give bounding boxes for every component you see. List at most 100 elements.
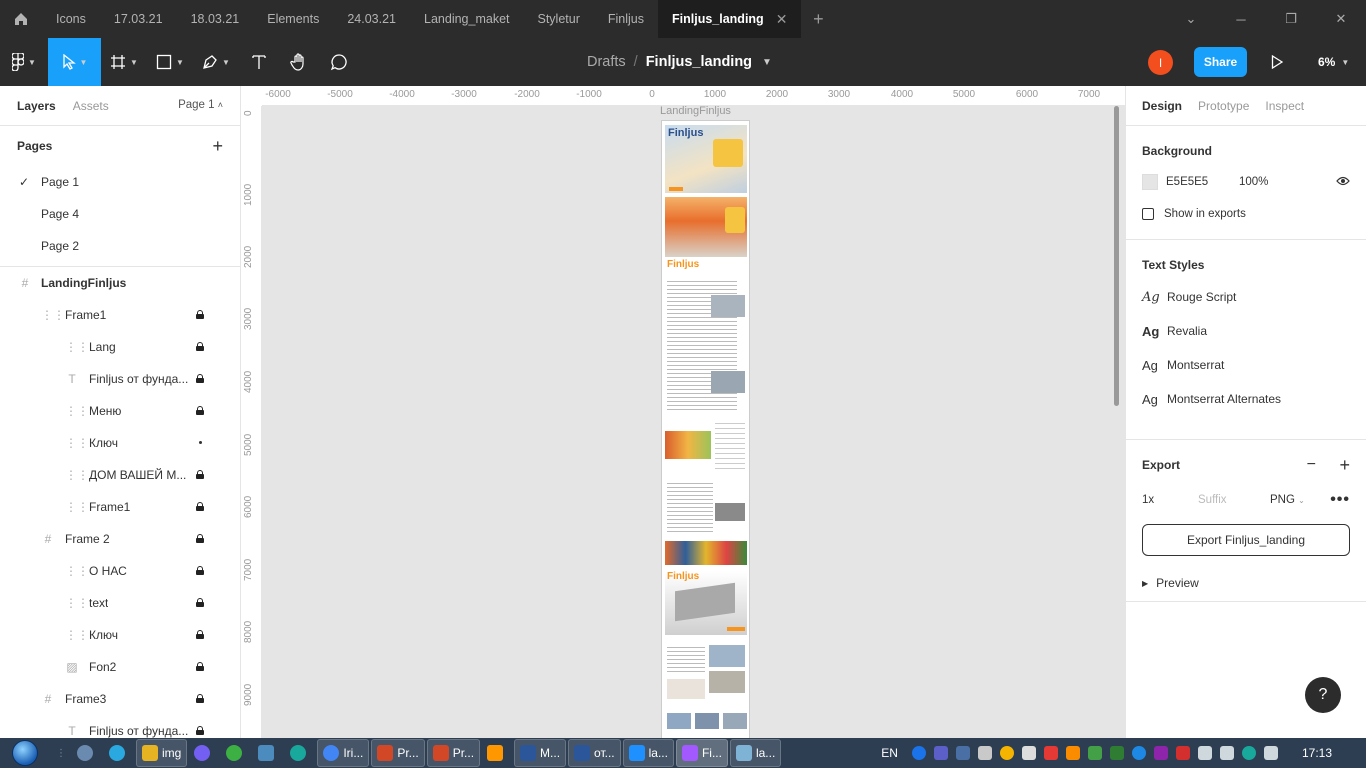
text-tool-button[interactable] bbox=[239, 38, 279, 86]
show-in-exports-checkbox[interactable] bbox=[1142, 208, 1154, 220]
tray-app-icon[interactable] bbox=[1241, 746, 1256, 760]
teams-icon[interactable] bbox=[933, 746, 948, 760]
taskbar-pin[interactable] bbox=[482, 739, 512, 767]
start-button[interactable] bbox=[0, 738, 50, 768]
taskbar-window[interactable]: img bbox=[136, 739, 188, 767]
battery-icon[interactable] bbox=[1219, 746, 1234, 760]
tray-app-icon[interactable] bbox=[1021, 746, 1036, 760]
clock[interactable]: 17:13 bbox=[1302, 746, 1332, 760]
layer-row[interactable]: ⋮⋮ Меню bbox=[0, 395, 240, 427]
tab-18-03-21[interactable]: 18.03.21 bbox=[177, 0, 254, 38]
comment-tool-button[interactable] bbox=[319, 38, 359, 86]
taskbar-pin[interactable] bbox=[189, 739, 219, 767]
lock-icon[interactable] bbox=[196, 598, 206, 608]
page-selector[interactable]: Page 1 ˄ bbox=[178, 99, 223, 111]
page-item[interactable]: ✓ Page 1 bbox=[0, 166, 240, 198]
export-button[interactable]: Export Finljus_landing bbox=[1142, 524, 1350, 556]
lock-icon[interactable] bbox=[196, 566, 206, 576]
breadcrumb-drafts[interactable]: Drafts bbox=[587, 54, 626, 70]
lock-icon[interactable] bbox=[196, 374, 206, 384]
language-indicator[interactable]: EN bbox=[881, 746, 898, 760]
tab-styletur[interactable]: Styletur bbox=[524, 0, 594, 38]
lock-icon[interactable] bbox=[196, 502, 206, 512]
tray-app-icon[interactable] bbox=[1131, 746, 1146, 760]
tray-app-icon[interactable] bbox=[1109, 746, 1124, 760]
share-button[interactable]: Share bbox=[1194, 47, 1247, 77]
layer-row[interactable]: ⋮⋮ Lang bbox=[0, 331, 240, 363]
lock-icon[interactable] bbox=[196, 406, 206, 416]
tray-app-icon[interactable] bbox=[1043, 746, 1058, 760]
export-scale-select[interactable]: 1x bbox=[1142, 494, 1198, 506]
taskbar-window[interactable]: Pr... bbox=[371, 739, 425, 767]
close-window-button[interactable]: ✕ bbox=[1316, 0, 1366, 38]
lock-icon[interactable] bbox=[196, 310, 206, 320]
zoom-menu[interactable]: 6% ▼ bbox=[1318, 38, 1349, 86]
tab-icons[interactable]: Icons bbox=[42, 0, 100, 38]
home-button[interactable] bbox=[0, 0, 42, 38]
taskbar-window[interactable]: Iri... bbox=[317, 739, 370, 767]
tray-app-icon[interactable] bbox=[1065, 746, 1080, 760]
lock-icon[interactable] bbox=[196, 342, 206, 352]
layer-row[interactable]: ⋮⋮ Ключ bbox=[0, 619, 240, 651]
tray-app-icon[interactable] bbox=[955, 746, 970, 760]
taskbar-window[interactable]: Pr... bbox=[426, 739, 481, 767]
taskbar-pin[interactable] bbox=[72, 739, 102, 767]
background-opacity-input[interactable]: 100% bbox=[1239, 176, 1268, 188]
lock-icon[interactable] bbox=[196, 726, 206, 736]
export-format-select[interactable]: PNG ⌄ bbox=[1270, 494, 1305, 506]
tray-app-icon[interactable] bbox=[1153, 746, 1168, 760]
move-tool-button[interactable]: ▼ bbox=[48, 38, 101, 86]
present-button[interactable] bbox=[1264, 50, 1290, 74]
adobe-icon[interactable] bbox=[1175, 746, 1190, 760]
taskbar-pin[interactable] bbox=[253, 739, 283, 767]
help-button[interactable]: ? bbox=[1305, 677, 1341, 713]
tab-finljus[interactable]: Finljus bbox=[594, 0, 658, 38]
text-style-item[interactable]: Ag Montserrat Alternates bbox=[1142, 382, 1350, 416]
tab-prototype[interactable]: Prototype bbox=[1198, 99, 1249, 113]
canvas-scrollbar[interactable] bbox=[1114, 106, 1119, 406]
tab-finljus-landing[interactable]: Finljus_landing ✕ bbox=[658, 0, 802, 38]
lock-icon[interactable] bbox=[196, 630, 206, 640]
tab-landing-maket[interactable]: Landing_maket bbox=[410, 0, 523, 38]
show-in-exports-row[interactable]: Show in exports bbox=[1142, 198, 1350, 230]
layer-row[interactable]: T Finljus от фунда... bbox=[0, 715, 240, 738]
layer-row[interactable]: ⋮⋮ Frame1 bbox=[0, 299, 240, 331]
pen-tool-button[interactable]: ▼ bbox=[193, 38, 239, 86]
tab-elements[interactable]: Elements bbox=[253, 0, 333, 38]
layer-row[interactable]: # LandingFinljus bbox=[0, 267, 240, 299]
text-style-item[interactable]: Ag Rouge Script bbox=[1142, 280, 1350, 314]
color-swatch[interactable] bbox=[1142, 174, 1158, 190]
taskbar-pin[interactable] bbox=[104, 739, 134, 767]
taskbar-pin[interactable] bbox=[221, 739, 251, 767]
tab-inspect[interactable]: Inspect bbox=[1265, 99, 1304, 113]
tab-24-03-21[interactable]: 24.03.21 bbox=[333, 0, 410, 38]
layer-row[interactable]: ⋮⋮ Ключ bbox=[0, 427, 240, 459]
tab-design[interactable]: Design bbox=[1142, 99, 1182, 113]
layer-row[interactable]: T Finljus от фунда... bbox=[0, 363, 240, 395]
layer-row[interactable]: # Frame3 bbox=[0, 683, 240, 715]
export-suffix-input[interactable]: Suffix bbox=[1198, 494, 1270, 506]
taskbar-pin[interactable] bbox=[285, 739, 315, 767]
avatar[interactable]: I bbox=[1148, 50, 1173, 75]
layer-row[interactable]: ⋮⋮ Frame1 bbox=[0, 491, 240, 523]
lock-icon[interactable] bbox=[196, 662, 206, 672]
main-menu-button[interactable]: ▼ bbox=[0, 38, 48, 86]
speaker-icon[interactable] bbox=[977, 746, 992, 760]
lock-icon[interactable] bbox=[196, 534, 206, 544]
layer-row[interactable]: ▨ Fon2 bbox=[0, 651, 240, 683]
frame-tool-button[interactable]: ▼ bbox=[101, 38, 147, 86]
preview-toggle[interactable]: ▶ Preview bbox=[1142, 566, 1350, 600]
background-hex-input[interactable]: E5E5E5 bbox=[1166, 176, 1239, 188]
restore-button[interactable]: ❐ bbox=[1266, 0, 1316, 38]
eye-icon[interactable] bbox=[1336, 176, 1350, 189]
tray-app-icon[interactable] bbox=[1087, 746, 1102, 760]
unlocked-dot-icon[interactable] bbox=[196, 438, 206, 448]
chevron-down-icon[interactable]: ▼ bbox=[762, 57, 772, 68]
network-icon[interactable] bbox=[1197, 746, 1212, 760]
layer-row[interactable]: ⋮⋮ О НАС bbox=[0, 555, 240, 587]
tab-17-03-21[interactable]: 17.03.21 bbox=[100, 0, 177, 38]
taskbar-window[interactable]: от... bbox=[568, 739, 621, 767]
text-style-item[interactable]: Ag Revalia bbox=[1142, 314, 1350, 348]
minimize-button[interactable]: ─ bbox=[1216, 0, 1266, 38]
landing-frame-preview[interactable]: Finljus Finljus Finljus bbox=[662, 121, 749, 738]
